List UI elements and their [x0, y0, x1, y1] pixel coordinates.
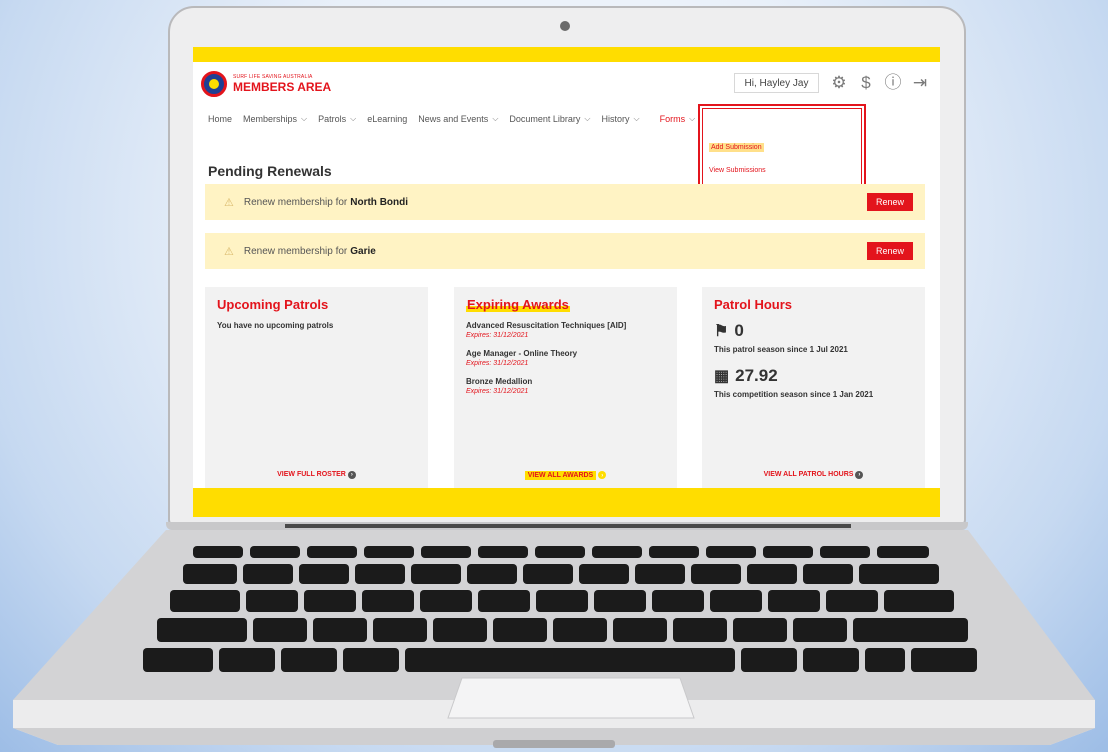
award-item: Bronze Medallion Expires: 31/12/2021 — [466, 377, 533, 395]
nav-document-library[interactable]: Document Library ⌵ — [509, 114, 590, 124]
flag-icon: ⚑ — [714, 323, 729, 340]
chevron-down-icon: ⌵ — [633, 114, 640, 123]
webcam — [560, 21, 570, 31]
expiring-awards-card: Expiring Awards Advanced Resuscitation T… — [454, 287, 677, 488]
nav-patrols[interactable]: Patrols ⌵ — [318, 114, 356, 124]
patrol-season-note: This patrol season since 1 Jul 2021 — [714, 345, 848, 354]
nav-home[interactable]: Home — [208, 114, 232, 124]
award-item: Advanced Resuscitation Techniques [AID] … — [466, 321, 627, 339]
card-title: Patrol Hours — [714, 297, 793, 312]
nav-forms[interactable]: Forms ⌵ — [660, 114, 696, 124]
arrow-right-icon: › — [347, 471, 356, 479]
nav-memberships[interactable]: Memberships ⌵ — [243, 114, 307, 124]
gear-icon[interactable]: ⚙ — [829, 71, 849, 95]
chevron-down-icon: ⌵ — [350, 114, 357, 123]
card-title: Upcoming Patrols — [217, 297, 329, 312]
card-title: Expiring Awards — [466, 297, 570, 312]
brand-title: MEMBERS AREA — [233, 80, 332, 94]
empty-state: You have no upcoming patrols — [217, 321, 334, 330]
menu-item-view-submissions[interactable]: View Submissions — [709, 167, 766, 174]
sls-logo-icon[interactable] — [201, 71, 227, 97]
top-bar: SURF LIFE SAVING AUSTRALIA MEMBERS AREA … — [193, 62, 940, 106]
warning-icon: ⚠ — [224, 196, 234, 209]
view-roster-link[interactable]: VIEW FULL ROSTER › — [205, 471, 428, 479]
view-patrol-hours-link[interactable]: VIEW ALL PATROL HOURS › — [702, 471, 925, 479]
patrol-hours-card: Patrol Hours ⚑ 0 This patrol season sinc… — [702, 287, 925, 488]
nav-history[interactable]: History ⌵ — [602, 114, 640, 124]
chevron-down-icon: ⌵ — [689, 114, 696, 123]
logout-icon[interactable]: ⇥ — [910, 71, 930, 95]
arrow-right-icon: › — [855, 471, 864, 479]
nav-elearning[interactable]: eLearning — [367, 114, 407, 124]
renewal-row: ⚠ Renew membership for North Bondi Renew — [205, 184, 925, 220]
renewal-row: ⚠ Renew membership for Garie Renew — [205, 233, 925, 269]
help-icon[interactable]: ⓘ — [883, 71, 903, 95]
utility-icons: ⚙ $ ⓘ ⇥ — [829, 71, 930, 95]
chevron-down-icon: ⌵ — [301, 114, 308, 123]
competition-season-note: This competition season since 1 Jan 2021 — [714, 390, 874, 399]
user-greeting[interactable]: Hi, Hayley Jay — [734, 73, 819, 93]
calendar-icon: ▦ — [714, 368, 730, 385]
arrow-right-icon: › — [598, 471, 607, 479]
chevron-down-icon: ⌵ — [492, 114, 499, 123]
view-awards-link[interactable]: VIEW ALL AWARDS › — [454, 471, 677, 480]
pending-renewals-title: Pending Renewals — [208, 163, 332, 179]
browser-screen: SURF LIFE SAVING AUSTRALIA MEMBERS AREA … — [193, 62, 940, 488]
warning-icon: ⚠ — [224, 245, 234, 258]
renew-button[interactable]: Renew — [867, 242, 913, 260]
dollar-icon[interactable]: $ — [856, 71, 876, 95]
upcoming-patrols-card: Upcoming Patrols You have no upcoming pa… — [205, 287, 428, 488]
chevron-down-icon: ⌵ — [584, 114, 591, 123]
competition-hours-stat: ▦ 27.92 — [714, 366, 778, 385]
renew-button[interactable]: Renew — [867, 193, 913, 211]
patrol-hours-stat: ⚑ 0 — [714, 321, 744, 340]
brand-logo[interactable]: SURF LIFE SAVING AUSTRALIA MEMBERS AREA — [233, 75, 332, 94]
nav-news-events[interactable]: News and Events ⌵ — [418, 114, 498, 124]
hinge-shadow — [285, 524, 851, 528]
menu-item-add-submission[interactable]: Add Submission — [709, 143, 764, 152]
award-item: Age Manager - Online Theory Expires: 31/… — [466, 349, 578, 367]
